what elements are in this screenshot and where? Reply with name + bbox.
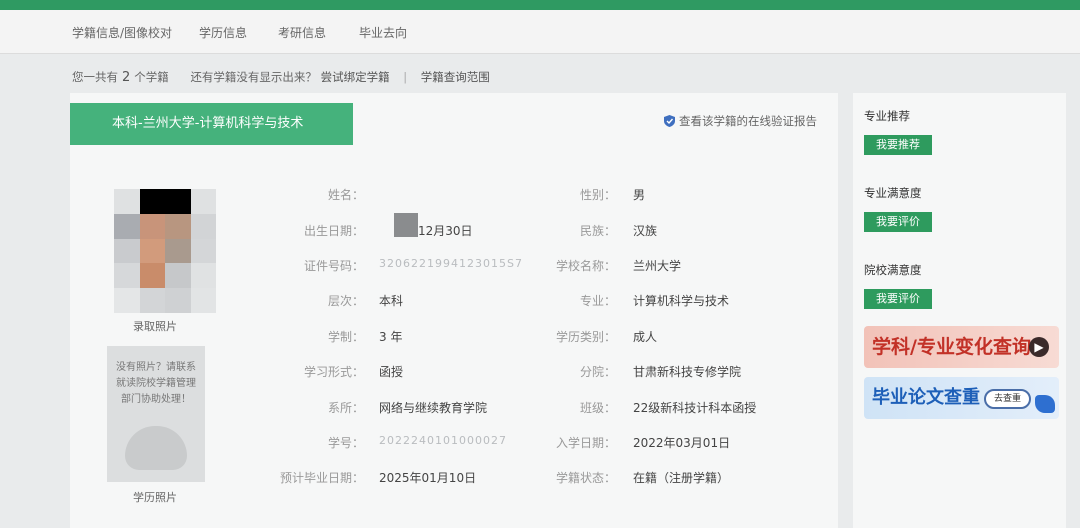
rate-school-button[interactable]: 我要评价 [864, 289, 932, 309]
record-count: 2 [122, 70, 131, 85]
degree-photo-caption: 学历照片 [133, 491, 177, 504]
label-ethnicity: 民族： [579, 224, 616, 238]
nav-tab-student-status[interactable]: 学籍信息/图像校对 [72, 24, 172, 41]
major-change-query-text: 学科/专业变化查询 [872, 336, 1031, 358]
section-title-major-recommend: 专业推荐 [864, 109, 910, 123]
value-enrollment-date: 2022年03月01日 [633, 436, 731, 450]
degree-photo-placeholder: 没有照片？请联系就读院校学籍管理部门协助处理！ [107, 346, 205, 482]
cloud-placeholder-icon [125, 426, 187, 470]
missing-question: 还有学籍没有显示出来？ [190, 70, 317, 84]
recommend-button[interactable]: 我要推荐 [864, 135, 932, 155]
nav-tab-graduate-destination[interactable]: 毕业去向 [359, 24, 407, 41]
label-school-name: 学校名称： [555, 259, 616, 273]
label-enrollment-status: 学籍状态： [555, 471, 616, 485]
redaction-box [394, 213, 418, 237]
value-gender: 男 [633, 188, 646, 202]
check-pill-button: 去查重 [984, 389, 1032, 409]
value-school-name: 兰州大学 [633, 259, 682, 273]
count-suffix: 个学籍 [134, 70, 169, 84]
label-degree-category: 学历类别： [555, 330, 616, 344]
label-id-number: 证件号码： [303, 259, 364, 273]
verify-report-link[interactable]: 查看该学籍的在线验证报告 [664, 113, 817, 129]
value-id-number: 3206221994123015S7 [379, 257, 523, 270]
label-duration: 学制： [327, 330, 364, 344]
label-expected-graduation: 预计毕业日期： [279, 471, 364, 485]
label-major: 专业： [579, 294, 616, 308]
label-branch-school: 分院： [579, 365, 616, 379]
value-degree-category: 成人 [633, 330, 658, 344]
right-sidebar: 专业推荐 我要推荐 专业满意度 我要评价 院校满意度 我要评价 学科/专业变化查… [853, 93, 1066, 528]
value-enrollment-status: 在籍（注册学籍） [633, 471, 730, 485]
label-class: 班级： [579, 401, 616, 415]
label-study-form: 学习形式： [303, 365, 364, 379]
value-study-form: 函授 [379, 365, 404, 379]
label-department: 系所： [327, 401, 364, 415]
section-title-school-satisfaction: 院校满意度 [864, 263, 922, 277]
value-department: 网络与继续教育学院 [379, 401, 488, 415]
count-prefix: 您一共有 [72, 70, 118, 84]
record-card: 本科-兰州大学-计算机科学与技术 查看该学籍的在线验证报告 录取照片 没有照片？… [70, 93, 838, 528]
label-birth-date: 出生日期： [303, 224, 364, 238]
section-title-major-satisfaction: 专业满意度 [864, 186, 922, 200]
shield-icon [664, 115, 675, 127]
value-class: 22级新科技计科本函授 [633, 401, 757, 415]
bind-record-link[interactable]: 尝试绑定学籍 [321, 70, 390, 84]
label-name: 姓名： [327, 188, 364, 202]
value-branch-school: 甘肃新科技专修学院 [633, 365, 742, 379]
separator: | [403, 70, 408, 84]
top-nav: 学籍信息/图像校对 学历信息 考研信息 毕业去向 [0, 10, 1080, 54]
label-level: 层次： [327, 294, 364, 308]
admission-photo-caption: 录取照片 [133, 320, 177, 333]
thesis-check-text: 毕业论文查重 [872, 387, 980, 408]
top-accent-bar [0, 0, 1080, 10]
rate-major-button[interactable]: 我要评价 [864, 212, 932, 232]
record-ribbon-title: 本科-兰州大学-计算机科学与技术 [70, 103, 353, 145]
value-ethnicity: 汉族 [633, 224, 658, 238]
verify-report-text: 查看该学籍的在线验证报告 [679, 114, 817, 128]
value-level: 本科 [379, 294, 404, 308]
record-count-line: 您一共有 2 个学籍 还有学籍没有显示出来？ 尝试绑定学籍 | 学籍查询范围 [72, 69, 490, 85]
no-photo-message: 没有照片？请联系就读院校学籍管理部门协助处理！ [116, 362, 196, 405]
nav-tab-degree-info[interactable]: 学历信息 [199, 24, 247, 41]
value-duration: 3 年 [379, 330, 403, 344]
thesis-check-banner[interactable]: 毕业论文查重 去查重 [864, 377, 1059, 419]
value-birth-date: 12月30日 [418, 224, 473, 238]
value-major: 计算机科学与技术 [633, 294, 730, 308]
label-enrollment-date: 入学日期： [555, 436, 616, 450]
nav-tab-postgrad-info[interactable]: 考研信息 [278, 24, 326, 41]
query-scope-link[interactable]: 学籍查询范围 [421, 70, 490, 84]
value-student-id: 2022240101000027 [379, 434, 507, 447]
pointer-hand-icon [1035, 395, 1055, 413]
label-student-id: 学号： [327, 436, 364, 450]
major-change-query-banner[interactable]: 学科/专业变化查询 ▶ [864, 326, 1059, 368]
label-gender: 性别： [579, 188, 616, 202]
value-expected-graduation: 2025年01月10日 [379, 471, 477, 485]
admission-photo [114, 189, 216, 313]
arrow-right-icon: ▶ [1029, 337, 1049, 357]
